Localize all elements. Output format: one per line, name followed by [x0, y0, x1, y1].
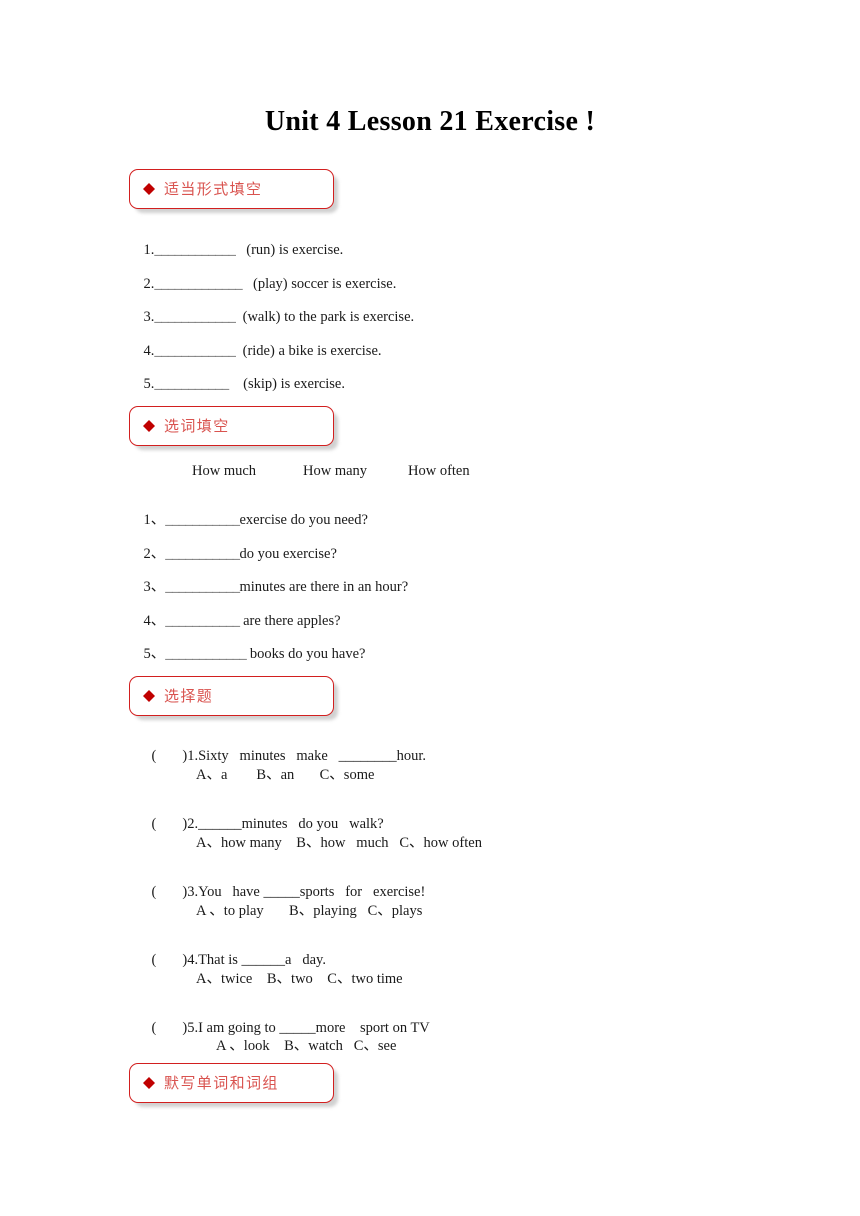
item-text: (run) is exercise. [235, 241, 344, 258]
document-page: Unit 4 Lesson 21 Exercise ! 适当形式填空 1.___… [0, 0, 860, 1216]
answer-blank[interactable]: ____________ [165, 646, 247, 662]
diamond-bullet-icon [143, 414, 155, 432]
word-bank-option[interactable]: How often [408, 464, 470, 479]
section-header-multiple-choice: 选择题 [129, 676, 334, 716]
question-stem: 1.Sixty minutes make ________hour. [187, 747, 427, 764]
item-number: 3、 [143, 578, 166, 595]
item-number: 2. [143, 275, 155, 292]
item-number: 1、 [143, 511, 166, 528]
section-header-choose-word-fill-blank: 选词填空 [129, 406, 334, 446]
diamond-bullet-icon [143, 177, 155, 195]
exercise-item: 5.___________ (skip) is exercise. [129, 362, 346, 406]
item-text: books do you have? [246, 645, 366, 662]
item-text: (play) soccer is exercise. [242, 275, 397, 292]
answer-bracket-open[interactable]: ( [152, 952, 157, 968]
section-label: 选词填空 [164, 416, 230, 435]
answer-blank[interactable]: ___________ [165, 579, 240, 595]
answer-blank[interactable]: ____________ [154, 343, 236, 359]
section-label: 适当形式填空 [164, 179, 263, 198]
choice-options[interactable]: A、twice B、two C、two time [196, 972, 403, 987]
item-number: 2、 [143, 545, 166, 562]
word-bank-option[interactable]: How much [192, 464, 256, 479]
item-number: 3. [143, 308, 155, 325]
choice-options[interactable]: A 、look B、watch C、see [216, 1039, 396, 1054]
item-text: minutes are there in an hour? [239, 578, 409, 595]
answer-bracket-open[interactable]: ( [152, 816, 157, 832]
item-text: (skip) is exercise. [228, 375, 345, 392]
item-number: 5. [143, 375, 155, 392]
section-label: 默写单词和词组 [164, 1073, 279, 1092]
choice-options[interactable]: A、how many B、how much C、how often [196, 836, 482, 851]
item-text: are there apples? [239, 612, 341, 629]
answer-bracket-open[interactable]: ( [152, 1020, 157, 1036]
answer-bracket-open[interactable]: ( [152, 748, 157, 764]
item-text: (ride) a bike is exercise. [235, 342, 382, 359]
diamond-bullet-icon [143, 1071, 155, 1089]
item-number: 5、 [143, 645, 166, 662]
question-stem: 3.You have _____sports for exercise! [187, 883, 426, 900]
section-header-fill-in-proper-form: 适当形式填空 [129, 169, 334, 209]
page-title: Unit 4 Lesson 21 Exercise ! [264, 106, 596, 137]
answer-blank[interactable]: ___________ [154, 376, 229, 392]
item-number: 1. [143, 241, 155, 258]
choice-options[interactable]: A、a B、an C、some [196, 768, 374, 783]
item-text: (walk) to the park is exercise. [235, 308, 415, 325]
exercise-item: 5、____________ books do you have? [129, 632, 366, 676]
answer-blank[interactable]: ____________ [154, 242, 236, 258]
question-stem: 5.I am going to _____more sport on TV [187, 1019, 430, 1036]
item-text: do you exercise? [239, 545, 337, 562]
item-number: 4. [143, 342, 155, 359]
question-stem: 4.That is ______a day. [187, 951, 326, 968]
answer-blank[interactable]: _____________ [154, 276, 242, 292]
answer-blank[interactable]: ____________ [154, 309, 236, 325]
word-bank-option[interactable]: How many [303, 464, 367, 479]
section-label: 选择题 [164, 686, 214, 705]
item-number: 4、 [143, 612, 166, 629]
diamond-bullet-icon [143, 684, 155, 702]
item-text: exercise do you need? [239, 511, 368, 528]
answer-blank[interactable]: ___________ [165, 613, 240, 629]
answer-blank[interactable]: ___________ [165, 512, 240, 528]
answer-bracket-open[interactable]: ( [152, 884, 157, 900]
section-header-dictation-words-phrases: 默写单词和词组 [129, 1063, 334, 1103]
answer-blank[interactable]: ___________ [165, 546, 240, 562]
choice-options[interactable]: A 、to play B、playing C、plays [196, 904, 422, 919]
question-stem: 2.______minutes do you walk? [187, 815, 384, 832]
